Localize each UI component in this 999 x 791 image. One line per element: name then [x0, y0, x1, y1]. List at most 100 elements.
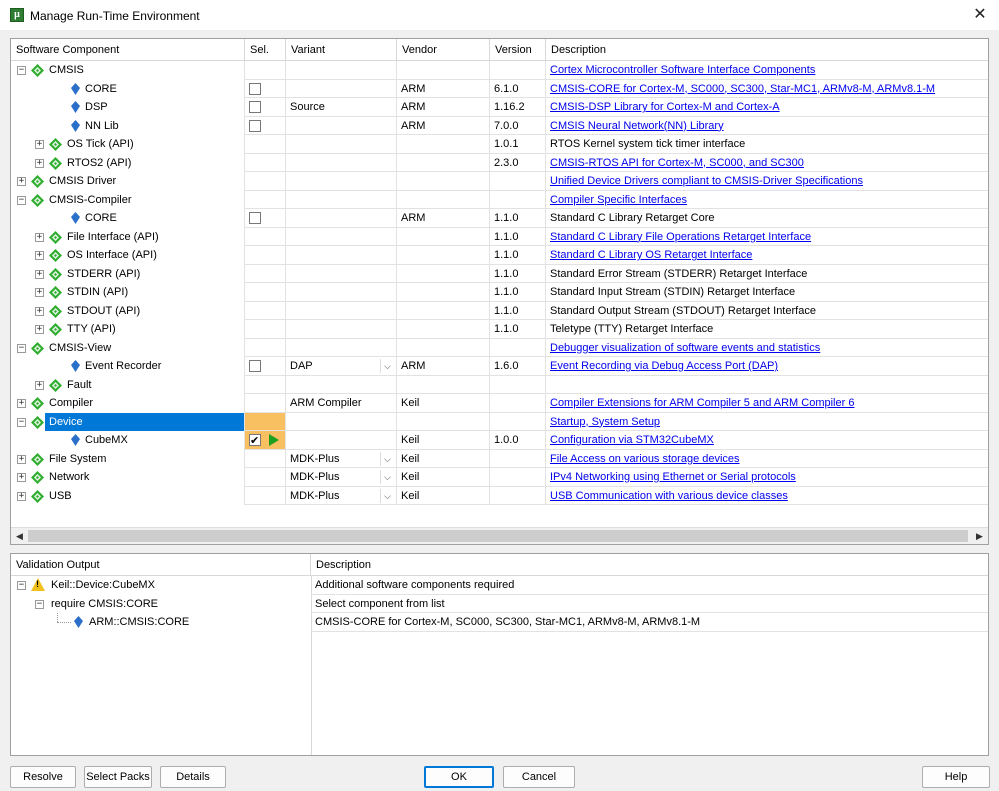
desc-cell[interactable]: Event Recording via Debug Access Port (D…: [546, 357, 988, 376]
desc-cell[interactable]: File Access on various storage devices: [546, 450, 988, 468]
desc-cell[interactable]: Compiler Extensions for ARM Compiler 5 a…: [546, 394, 988, 413]
desc-cell[interactable]: Unified Device Drivers compliant to CMSI…: [546, 172, 988, 191]
component-name[interactable]: USB: [49, 487, 72, 505]
component-row[interactable]: + STDOUT (API) 1.1.0 Standard Output Stream…: [11, 301, 988, 320]
desc-cell[interactable]: Compiler Specific Interfaces: [546, 191, 988, 209]
header-vendor[interactable]: Vendor: [397, 39, 490, 61]
validation-row[interactable]: ARM::CMSIS:CORE CMSIS-CORE for Cortex-M,…: [11, 613, 988, 632]
component-row[interactable]: CORE ARM 1.1.0 Standard C Library Retarget …: [11, 209, 988, 228]
component-name[interactable]: CMSIS Driver: [49, 172, 116, 190]
expand-icon[interactable]: +: [17, 177, 26, 186]
header-software-component[interactable]: Software Component: [11, 39, 245, 61]
expand-icon[interactable]: +: [35, 380, 44, 390]
desc-cell[interactable]: Standard C Library OS Retarget Interface: [546, 246, 988, 265]
component-name[interactable]: DSP: [85, 98, 108, 116]
component-name[interactable]: OS Interface (API): [67, 246, 157, 264]
component-name[interactable]: Fault: [67, 376, 91, 394]
component-name[interactable]: CMSIS: [49, 61, 84, 79]
desc-cell[interactable]: Debugger visualization of software event…: [546, 339, 988, 357]
component-row[interactable]: − CMSIS-Compiler Compiler Specific Interfa…: [11, 190, 988, 209]
select-checkbox[interactable]: [249, 360, 261, 372]
description-link[interactable]: Startup, System Setup: [550, 416, 660, 428]
component-row[interactable]: DSP Source ARM 1.16.2 CMSIS-DSP Library for …: [11, 98, 988, 117]
scroll-right-icon[interactable]: ▶: [971, 528, 988, 544]
description-link[interactable]: USB Communication with various device cl…: [550, 490, 788, 502]
desc-cell[interactable]: CMSIS-CORE for Cortex-M, SC000, SC300, S…: [546, 80, 988, 98]
component-row[interactable]: − CMSIS-View Debugger visualization of sof…: [11, 338, 988, 357]
desc-cell[interactable]: CMSIS-RTOS API for Cortex-M, SC000, and …: [546, 154, 988, 172]
desc-cell[interactable]: CMSIS-DSP Library for Cortex-M and Corte…: [546, 98, 988, 117]
component-name[interactable]: CORE: [85, 80, 117, 98]
component-row[interactable]: + RTOS2 (API) 2.3.0 CMSIS-RTOS API for Cort…: [11, 153, 988, 172]
description-link[interactable]: CMSIS-CORE for Cortex-M, SC000, SC300, S…: [550, 83, 935, 95]
component-row[interactable]: + CMSIS Driver Unified Device Drivers comp…: [11, 172, 988, 191]
component-name[interactable]: Event Recorder: [85, 357, 161, 375]
component-name[interactable]: Compiler: [49, 394, 93, 412]
desc-cell[interactable]: Cortex Microcontroller Software Interfac…: [546, 61, 988, 80]
details-button[interactable]: Details: [160, 766, 226, 788]
desc-cell[interactable]: Startup, System Setup: [546, 413, 988, 431]
component-name[interactable]: File System: [49, 450, 106, 468]
desc-cell[interactable]: Configuration via STM32CubeMX: [546, 431, 988, 450]
variant-cell[interactable]: MDK-Plus ⌵: [286, 468, 397, 487]
select-packs-button[interactable]: Select Packs: [84, 766, 152, 788]
select-checkbox[interactable]: [249, 119, 261, 132]
component-row[interactable]: + File System MDK-Plus ⌵ Keil File Access on …: [11, 449, 988, 468]
cancel-button[interactable]: Cancel: [503, 766, 575, 788]
header-sel[interactable]: Sel.: [245, 39, 286, 61]
component-name[interactable]: Device: [45, 412, 244, 431]
desc-cell[interactable]: IPv4 Networking using Ethernet or Serial…: [546, 468, 988, 487]
component-name[interactable]: NN Lib: [85, 117, 119, 135]
component-row[interactable]: CORE ARM 6.1.0 CMSIS-CORE for Cortex-M, SC0…: [11, 79, 988, 98]
component-name[interactable]: CORE: [85, 209, 117, 227]
variant-cell[interactable]: MDK-Plus ⌵: [286, 449, 397, 468]
desc-cell[interactable]: Standard C Library File Operations Retar…: [546, 228, 988, 246]
resolve-button[interactable]: Resolve: [10, 766, 76, 788]
collapse-icon[interactable]: −: [17, 417, 26, 427]
component-row[interactable]: CubeMX Keil 1.0.0 Configuration via STM32Cu…: [11, 431, 988, 450]
description-link[interactable]: Standard C Library OS Retarget Interface: [550, 249, 752, 261]
header-variant[interactable]: Variant: [286, 39, 397, 61]
expand-icon[interactable]: +: [35, 232, 44, 242]
chevron-down-icon[interactable]: ⌵: [380, 451, 394, 466]
component-name[interactable]: TTY (API): [67, 320, 116, 338]
expand-icon[interactable]: +: [35, 251, 44, 260]
horizontal-scrollbar[interactable]: ◀ ▶: [11, 527, 988, 544]
expand-icon[interactable]: +: [35, 140, 44, 149]
description-link[interactable]: Compiler Extensions for ARM Compiler 5 a…: [550, 397, 854, 409]
variant-cell[interactable]: DAP ⌵: [286, 357, 397, 376]
expand-icon[interactable]: +: [17, 473, 26, 482]
description-link[interactable]: Configuration via STM32CubeMX: [550, 434, 714, 446]
description-link[interactable]: File Access on various storage devices: [550, 453, 740, 465]
validation-row[interactable]: − ! Keil::Device:CubeMX Additional softw…: [11, 576, 988, 595]
component-name[interactable]: STDERR (API): [67, 265, 140, 283]
description-link[interactable]: CMSIS Neural Network(NN) Library: [550, 120, 724, 132]
expand-icon[interactable]: +: [35, 288, 44, 297]
description-link[interactable]: CMSIS-RTOS API for Cortex-M, SC000, and …: [550, 157, 804, 169]
component-name[interactable]: File Interface (API): [67, 228, 159, 246]
component-row[interactable]: − Device Startup, System Setup: [11, 412, 988, 431]
component-name[interactable]: CMSIS-View: [49, 339, 111, 357]
component-row[interactable]: + Compiler ARM Compiler Keil Compiler Extens…: [11, 394, 988, 413]
expand-icon[interactable]: +: [17, 491, 26, 501]
component-row[interactable]: − CMSIS Cortex Microcontroller Software In…: [11, 61, 988, 80]
description-link[interactable]: Debugger visualization of software event…: [550, 342, 820, 354]
component-row[interactable]: + Network MDK-Plus ⌵ Keil IPv4 Networking usi…: [11, 468, 988, 487]
selected-checkbox[interactable]: [249, 432, 261, 449]
chevron-down-icon[interactable]: ⌵: [380, 470, 394, 484]
desc-cell[interactable]: CMSIS Neural Network(NN) Library: [546, 117, 988, 135]
header-description[interactable]: Description: [546, 39, 988, 61]
help-button[interactable]: Help: [922, 766, 990, 788]
description-link[interactable]: IPv4 Networking using Ethernet or Serial…: [550, 471, 796, 483]
component-row[interactable]: + Fault: [11, 375, 988, 394]
expand-icon[interactable]: +: [35, 158, 44, 168]
header-validation-output[interactable]: Validation Output: [11, 554, 311, 576]
component-name[interactable]: OS Tick (API): [67, 135, 134, 153]
component-name[interactable]: STDIN (API): [67, 283, 128, 301]
description-link[interactable]: Unified Device Drivers compliant to CMSI…: [550, 175, 863, 187]
header-validation-description[interactable]: Description: [311, 554, 988, 576]
expand-icon[interactable]: +: [17, 454, 26, 464]
description-link[interactable]: CMSIS-DSP Library for Cortex-M and Corte…: [550, 101, 780, 113]
select-checkbox[interactable]: [249, 82, 261, 95]
scroll-left-icon[interactable]: ◀: [11, 528, 28, 544]
